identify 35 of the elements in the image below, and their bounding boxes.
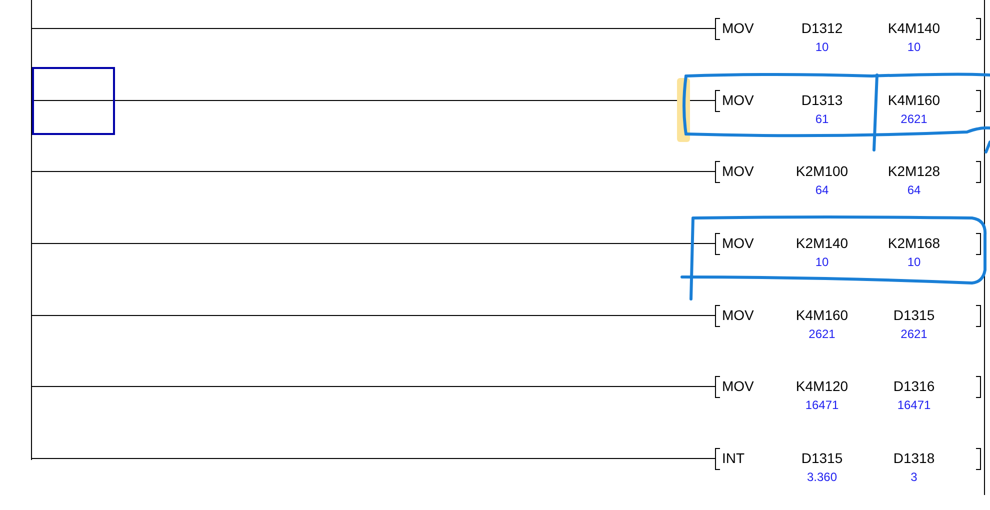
operand-name: K2M100: [796, 162, 848, 182]
operand-name: K4M160: [888, 90, 940, 110]
operand-value: 16471: [805, 397, 839, 414]
operand-name: D1318: [893, 449, 935, 468]
operand-name: D1316: [893, 377, 935, 396]
operand-value: 64: [907, 182, 921, 198]
operand-value: 10: [907, 254, 921, 270]
operand-value: 2621: [900, 110, 928, 127]
operand-name: K2M128: [888, 162, 940, 182]
operand-value: 10: [815, 39, 829, 55]
operand-value: 2621: [808, 326, 836, 342]
operand-value: 61: [815, 110, 829, 127]
operand-name: K4M160: [796, 306, 848, 325]
operand-name: K4M140: [888, 19, 940, 38]
operand-name: K4M120: [796, 377, 848, 396]
operand-name: K2M140: [796, 234, 848, 254]
instruction-name: MOV: [722, 19, 755, 38]
instruction-name: MOV: [722, 90, 755, 110]
operand-name: D1313: [801, 90, 843, 110]
operand-name: D1312: [801, 19, 843, 38]
instruction-name: INT: [722, 449, 746, 468]
operand-value: 10: [815, 254, 829, 270]
operand-value: 16471: [897, 397, 931, 414]
operand-name: D1315: [801, 449, 843, 468]
operand-name: K2M168: [888, 234, 940, 254]
operand-value: 10: [907, 39, 921, 55]
operand-name: D1315: [893, 306, 935, 325]
instruction-name: MOV: [722, 162, 755, 182]
instruction-name: MOV: [722, 306, 755, 325]
operand-value: 3: [910, 469, 918, 486]
instruction-name: MOV: [722, 377, 755, 396]
operand-value: 2621: [900, 326, 928, 342]
operand-value: 3.360: [806, 469, 838, 486]
operand-value: 64: [815, 182, 829, 198]
instruction-name: MOV: [722, 234, 755, 254]
